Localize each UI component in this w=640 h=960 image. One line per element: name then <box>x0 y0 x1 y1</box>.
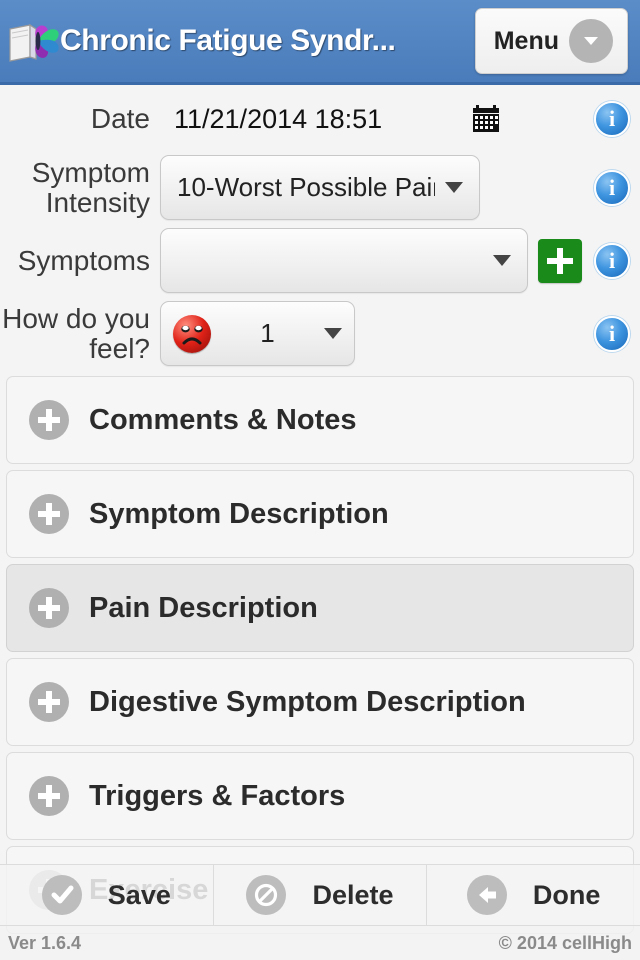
menu-button[interactable]: Menu <box>474 8 628 74</box>
book-butterfly-icon <box>6 17 64 67</box>
section-label: Digestive Symptom Description <box>89 685 526 718</box>
plus-circle-icon <box>29 588 69 628</box>
version-label: Ver 1.6.4 <box>8 932 82 953</box>
section-comments-notes[interactable]: Comments & Notes <box>6 376 634 464</box>
section-pain-description[interactable]: Pain Description <box>6 564 634 652</box>
chevron-down-icon <box>569 19 613 63</box>
plus-circle-icon <box>29 400 69 440</box>
arrow-left-circle-icon <box>466 875 507 915</box>
how-do-you-feel-value: 1 <box>260 318 275 348</box>
delete-button[interactable]: Delete <box>214 865 428 925</box>
section-label: Pain Description <box>89 591 318 624</box>
done-button-label: Done <box>532 879 601 910</box>
section-symptom-description[interactable]: Symptom Description <box>6 470 634 558</box>
block-circle-icon <box>246 875 287 915</box>
plus-circle-icon <box>29 682 69 722</box>
section-label: Comments & Notes <box>89 403 357 436</box>
chevron-down-icon <box>324 328 342 339</box>
save-button[interactable]: Save <box>0 865 214 925</box>
plus-circle-icon <box>29 494 69 534</box>
info-icon-symptom-intensity[interactable]: i <box>594 169 630 206</box>
menu-button-label: Menu <box>493 26 559 55</box>
how-do-you-feel-label: How do you feel? <box>2 303 150 364</box>
plus-circle-icon <box>29 776 69 816</box>
symptom-intensity-label: Symptom Intensity <box>31 157 150 218</box>
symptoms-label: Symptoms <box>17 244 150 276</box>
form-row-date: Date 11/21/2014 18:51 i <box>0 89 640 149</box>
date-input[interactable]: 11/21/2014 18:51 <box>160 89 515 149</box>
save-button-label: Save <box>107 879 171 910</box>
copyright-label: © 2014 cellHigh <box>498 932 632 953</box>
info-icon-date[interactable]: i <box>594 101 630 137</box>
app-header: Chronic Fatigue Syndr... Menu <box>0 0 640 85</box>
form-row-symptoms: Symptoms i <box>0 228 640 293</box>
section-label: Triggers & Factors <box>89 779 346 812</box>
check-circle-icon <box>41 875 82 915</box>
sad-face-icon <box>173 314 211 353</box>
section-list: Comments & Notes Symptom Description Pai… <box>0 376 640 934</box>
section-digestive-symptom-description[interactable]: Digestive Symptom Description <box>6 658 634 746</box>
calendar-icon[interactable] <box>471 104 501 134</box>
how-do-you-feel-select[interactable]: 1 <box>160 301 355 366</box>
done-button[interactable]: Done <box>427 865 640 925</box>
chevron-down-icon <box>493 255 511 266</box>
page-title: Chronic Fatigue Syndr... <box>60 24 396 57</box>
section-label: Symptom Description <box>89 497 389 530</box>
date-value: 11/21/2014 18:51 <box>174 103 383 134</box>
bottom-toolbar: Save Delete Done <box>0 864 640 926</box>
app-footer: Ver 1.6.4 © 2014 cellHigh <box>0 926 640 960</box>
app-root: Chronic Fatigue Syndr... Menu Date 11/21… <box>0 0 640 960</box>
section-triggers-factors[interactable]: Triggers & Factors <box>6 752 634 840</box>
info-icon-symptoms[interactable]: i <box>594 242 630 279</box>
symptom-intensity-select[interactable]: 10-Worst Possible Pain <box>160 155 480 220</box>
symptom-intensity-value: 10-Worst Possible Pain <box>177 172 435 202</box>
symptoms-select[interactable] <box>160 228 528 293</box>
info-icon-how-do-you-feel[interactable]: i <box>594 315 630 352</box>
form-row-how-do-you-feel: How do you feel? 1 i <box>0 301 640 366</box>
delete-button-label: Delete <box>312 879 394 910</box>
entry-form: Date 11/21/2014 18:51 i Symptom Intensit… <box>0 89 640 366</box>
chevron-down-icon <box>445 182 463 193</box>
form-row-symptom-intensity: Symptom Intensity 10-Worst Possible Pain… <box>0 155 640 220</box>
add-symptom-button[interactable] <box>538 238 582 283</box>
date-label: Date <box>90 103 150 135</box>
